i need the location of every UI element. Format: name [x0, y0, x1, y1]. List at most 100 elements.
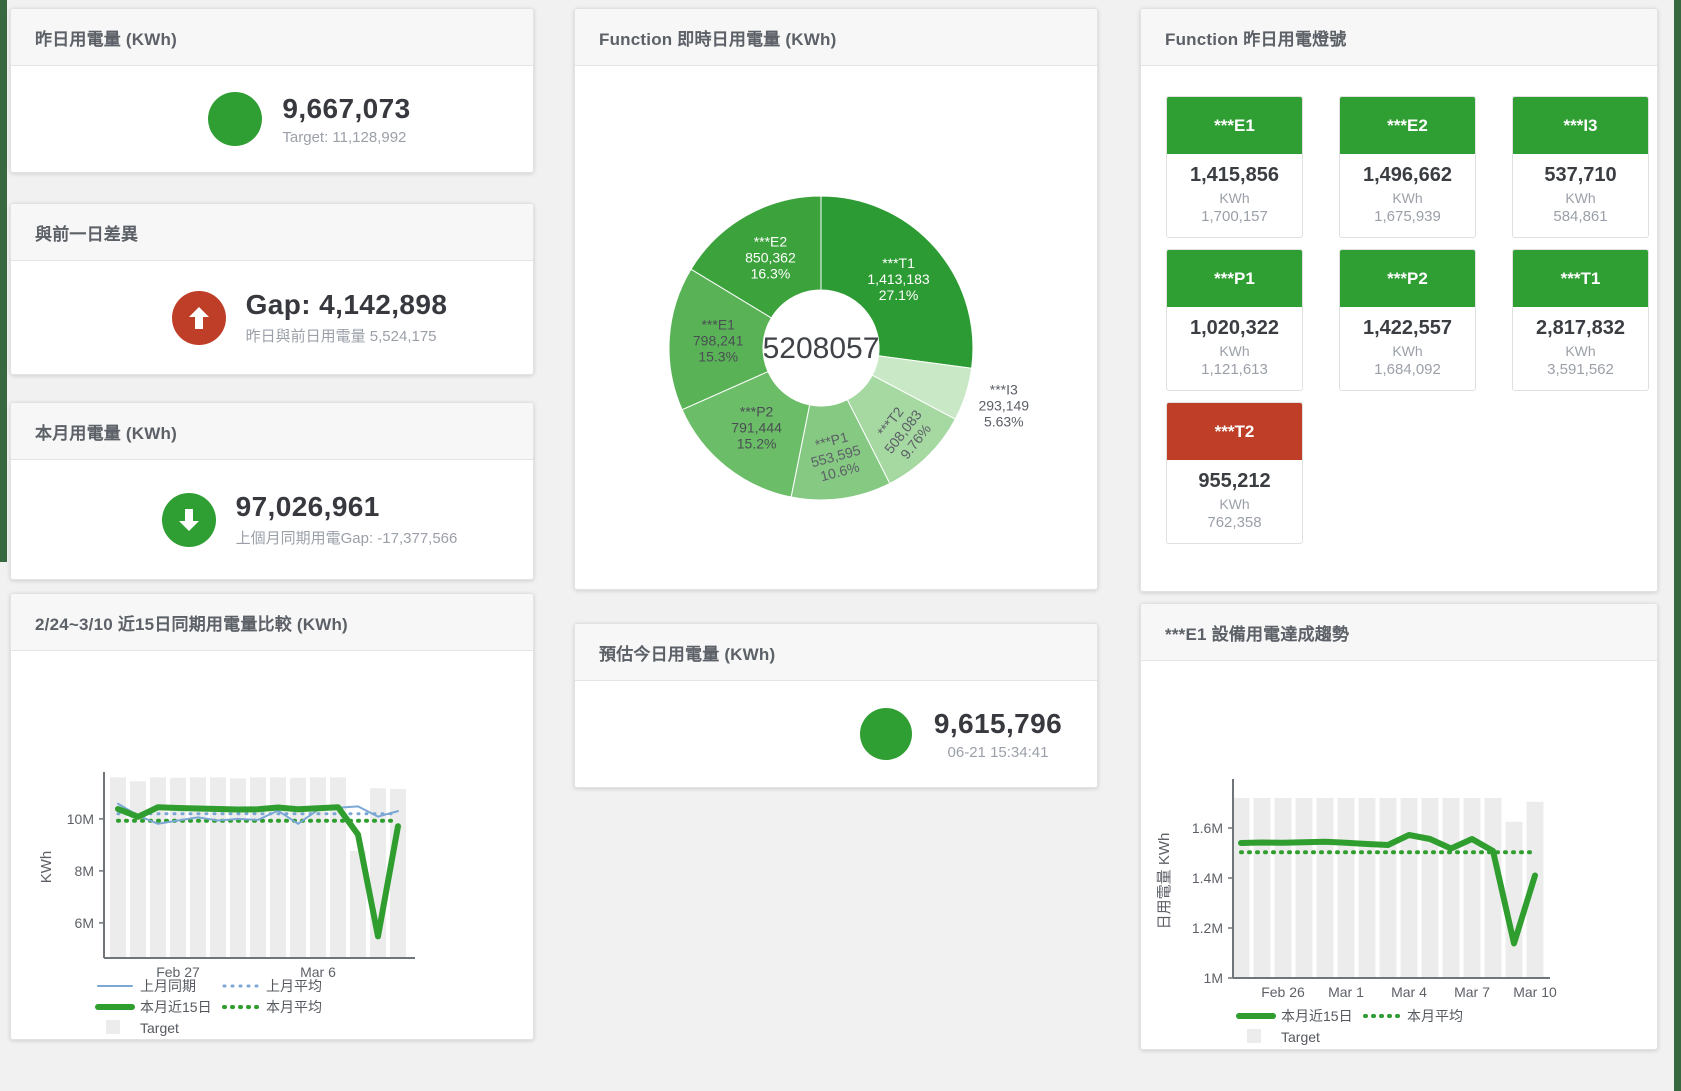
y-tick-label: 1M	[1204, 970, 1223, 986]
target-bar[interactable]	[1254, 798, 1271, 978]
light-tile-value: 537,710	[1515, 164, 1646, 187]
light-tile-unit: KWh	[1342, 190, 1473, 206]
legend-item-上月平均[interactable]: 上月平均	[224, 978, 322, 994]
e1-trend-line-bar-chart[interactable]: 1M1.2M1.4M1.6MFeb 26Mar 1Mar 4Mar 7Mar 1…	[1141, 604, 1659, 1051]
light-tile-body: 1,415,856KWh1,700,157	[1167, 154, 1302, 237]
panel-title[interactable]: 預估今日用電量 (KWh)	[599, 640, 775, 665]
panel-title[interactable]: Function 即時日用電量 (KWh)	[599, 25, 836, 50]
light-tile-value: 2,817,832	[1515, 317, 1646, 340]
light-tile-E1: ***E11,415,856KWh1,700,157	[1166, 96, 1303, 238]
target-bar[interactable]	[190, 777, 206, 958]
target-bar[interactable]	[1401, 798, 1418, 978]
target-bar[interactable]	[1275, 798, 1292, 978]
light-tile-value: 1,422,557	[1342, 317, 1473, 340]
light-tile-value: 1,415,856	[1169, 164, 1300, 187]
legend-label: 本月近15日	[140, 999, 212, 1015]
target-bar[interactable]	[270, 777, 286, 958]
target-bar[interactable]	[1233, 798, 1250, 978]
light-tile-body: 2,817,832KWh3,591,562	[1513, 307, 1648, 390]
legend-label: 本月平均	[1407, 1008, 1463, 1024]
arrow-down-icon	[162, 493, 216, 547]
light-tile-label: ***P2	[1340, 250, 1475, 307]
panel-header: Function 即時日用電量 (KWh)	[575, 9, 1097, 66]
light-tile-label: ***E2	[1340, 97, 1475, 154]
legend-label: Target	[1281, 1029, 1320, 1045]
legend-item-本月近15日[interactable]: 本月近15日	[1239, 1008, 1353, 1024]
stat-subtitle: Target: 11,128,992	[282, 129, 410, 146]
target-bar[interactable]	[1506, 822, 1523, 978]
light-tile-value: 1,020,322	[1169, 317, 1300, 340]
light-tile-target: 584,861	[1515, 208, 1646, 225]
panel-yesterday-usage: 昨日用電量 (KWh) 9,667,073 Target: 11,128,992	[10, 8, 534, 173]
legend-item-Target[interactable]: Target	[106, 1020, 179, 1036]
legend-item-Target[interactable]: Target	[1247, 1029, 1320, 1045]
target-bar[interactable]	[290, 778, 306, 958]
light-tile-label: ***T1	[1513, 250, 1648, 307]
donut-center-total: 5208057	[763, 332, 880, 365]
arrow-up-icon	[172, 291, 226, 345]
target-bar[interactable]	[1443, 798, 1460, 978]
panel-header: Function 昨日用電燈號	[1141, 9, 1657, 66]
x-tick-label: Mar 10	[1513, 984, 1557, 1000]
target-bar[interactable]	[1296, 798, 1313, 978]
target-bar[interactable]	[250, 777, 266, 958]
panel-header: 昨日用電量 (KWh)	[11, 9, 533, 66]
target-bar[interactable]	[230, 778, 246, 958]
target-bar[interactable]	[1317, 798, 1334, 978]
donut-slice-label: ***I3293,1495.63%	[978, 382, 1029, 430]
target-bar[interactable]	[1338, 798, 1355, 978]
light-tile-unit: KWh	[1515, 190, 1646, 206]
target-bar[interactable]	[310, 777, 326, 958]
x-tick-label: Mar 7	[1454, 984, 1490, 1000]
target-bar[interactable]	[1380, 798, 1397, 978]
stat-text: Gap: 4,142,898 昨日與前日用電量 5,524,175	[246, 289, 448, 346]
legend-label: 本月平均	[266, 999, 322, 1015]
target-bar[interactable]	[1464, 798, 1481, 978]
light-tile-label: ***E1	[1167, 97, 1302, 154]
legend-item-本月平均[interactable]: 本月平均	[224, 999, 322, 1015]
legend-item-本月平均[interactable]: 本月平均	[1365, 1008, 1463, 1024]
stat-value: 9,667,073	[282, 93, 410, 125]
legend-swatch	[106, 1020, 120, 1034]
stat-text: 9,667,073 Target: 11,128,992	[282, 93, 410, 146]
x-tick-label: Mar 4	[1391, 984, 1427, 1000]
legend-swatch	[1247, 1029, 1261, 1043]
panel-title[interactable]: Function 昨日用電燈號	[1165, 25, 1346, 50]
stat-body: 9,615,796 06-21 15:34:41	[575, 681, 1097, 787]
status-circle-icon	[860, 708, 912, 760]
stat-subtitle: 昨日與前日用電量 5,524,175	[246, 325, 448, 346]
legend-item-本月近15日[interactable]: 本月近15日	[98, 999, 212, 1015]
comparison-line-bar-chart[interactable]: 6M8M10MFeb 27Mar 6KWh上月同期上月平均本月近15日本月平均T…	[11, 594, 535, 1041]
y-tick-label: 1.6M	[1192, 820, 1223, 836]
x-tick-label: Feb 26	[1261, 984, 1305, 1000]
panel-yesterday-lights: Function 昨日用電燈號 ***E11,415,856KWh1,700,1…	[1140, 8, 1658, 592]
panel-title[interactable]: 與前一日差異	[35, 220, 138, 245]
target-bar[interactable]	[1359, 798, 1376, 978]
legend-label: Target	[140, 1020, 179, 1036]
light-tile-T2: ***T2955,212KWh762,358	[1166, 402, 1303, 544]
panel-estimate-today: 預估今日用電量 (KWh) 9,615,796 06-21 15:34:41	[574, 623, 1098, 788]
stat-value: 97,026,961	[236, 491, 458, 523]
y-tick-label: 8M	[75, 863, 94, 879]
legend-item-上月同期[interactable]: 上月同期	[98, 978, 196, 994]
stat-body: 9,667,073 Target: 11,128,992	[11, 66, 533, 172]
realtime-usage-donut-chart[interactable]: ***T11,413,18327.1%***I3293,1495.63%***T…	[575, 66, 1099, 591]
panel-title[interactable]: 昨日用電量 (KWh)	[35, 25, 177, 50]
target-bar[interactable]	[130, 781, 146, 958]
y-axis-label: KWh	[38, 851, 55, 884]
stat-subtitle: 上個月同期用電Gap: -17,377,566	[236, 527, 458, 548]
light-tile-P1: ***P11,020,322KWh1,121,613	[1166, 249, 1303, 391]
panel-header: 預估今日用電量 (KWh)	[575, 624, 1097, 681]
stat-timestamp: 06-21 15:34:41	[934, 744, 1062, 761]
light-tile-target: 1,675,939	[1342, 208, 1473, 225]
light-tile-unit: KWh	[1169, 190, 1300, 206]
panel-month-usage: 本月用電量 (KWh) 97,026,961 上個月同期用電Gap: -17,3…	[10, 402, 534, 580]
panel-title[interactable]: 本月用電量 (KWh)	[35, 419, 177, 444]
panel-day-gap: 與前一日差異 Gap: 4,142,898 昨日與前日用電量 5,524,175	[10, 203, 534, 375]
light-tile-body: 1,422,557KWh1,684,092	[1340, 307, 1475, 390]
target-bar[interactable]	[210, 777, 226, 958]
target-bar[interactable]	[1422, 798, 1439, 978]
light-tile-body: 1,020,322KWh1,121,613	[1167, 307, 1302, 390]
light-tile-unit: KWh	[1342, 343, 1473, 359]
panel-15day-comparison-chart: 2/24~3/10 近15日同期用電量比較 (KWh) 6M8M10MFeb 2…	[10, 593, 534, 1040]
